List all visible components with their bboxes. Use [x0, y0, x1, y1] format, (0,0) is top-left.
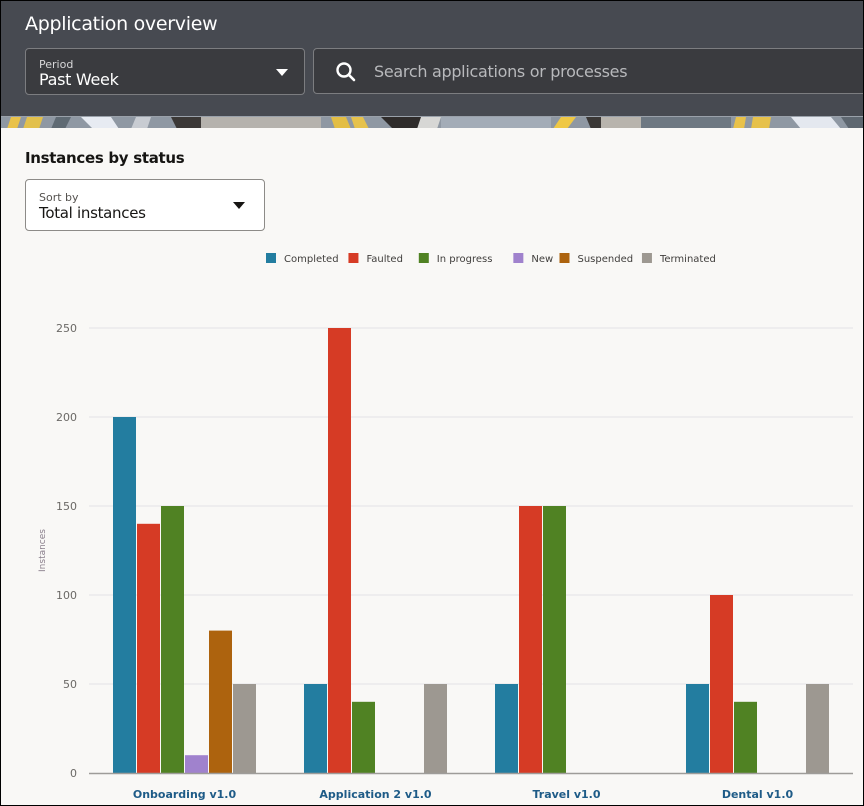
legend-swatch-faulted	[348, 253, 359, 263]
legend-swatch-new	[513, 253, 524, 263]
bar-application-2-v1-0-faulted[interactable]	[328, 328, 351, 773]
bar-onboarding-v1-0-faulted[interactable]	[137, 523, 160, 773]
y-tick-label: 100	[56, 589, 77, 602]
chart-gridlines	[89, 327, 853, 685]
search-input[interactable]	[374, 49, 854, 93]
page-header: Application overview Period Past Week	[1, 1, 863, 116]
x-axis-categories: Onboarding v1.0 Application 2 v1.0 Travel …	[133, 788, 794, 801]
bar-dental-v1-0-faulted[interactable]	[710, 595, 733, 773]
sort-by-label: Sort by	[39, 191, 79, 204]
x-category-label: Application 2 v1.0	[319, 788, 431, 801]
legend-swatch-in-progress	[418, 253, 429, 263]
bar-dental-v1-0-completed[interactable]	[686, 684, 709, 773]
section-title: Instances by status	[25, 149, 185, 167]
x-category-label: Onboarding v1.0	[133, 788, 237, 801]
search-icon	[336, 62, 356, 82]
legend-label-faulted[interactable]: Faulted	[366, 254, 403, 265]
decorative-banner	[1, 116, 863, 128]
sort-by-value: Total instances	[39, 204, 146, 222]
bar-application-2-v1-0-terminated[interactable]	[424, 684, 447, 773]
legend-label-new[interactable]: New	[531, 254, 553, 265]
bar-onboarding-v1-0-completed[interactable]	[113, 417, 136, 773]
chevron-down-icon	[276, 69, 288, 76]
bar-onboarding-v1-0-suspended[interactable]	[209, 630, 232, 773]
bar-travel-v1-0-completed[interactable]	[495, 684, 518, 773]
y-axis-title: Instances	[38, 529, 48, 572]
chart-bars	[113, 328, 829, 773]
y-tick-label: 150	[56, 500, 77, 513]
sort-by-select[interactable]: Sort by Total instances	[25, 179, 265, 231]
x-category-label: Dental v1.0	[722, 788, 794, 801]
bar-onboarding-v1-0-new[interactable]	[185, 755, 208, 773]
app-frame: Application overview Period Past Week Se…	[1, 1, 863, 805]
bar-application-2-v1-0-in-progress[interactable]	[352, 701, 375, 773]
chevron-down-icon	[233, 202, 245, 209]
legend-label-completed[interactable]: Completed	[284, 254, 339, 265]
x-category-label: Travel v1.0	[532, 788, 600, 801]
bar-dental-v1-0-terminated[interactable]	[806, 684, 829, 773]
period-select[interactable]: Period Past Week	[25, 48, 305, 95]
bar-application-2-v1-0-completed[interactable]	[304, 684, 327, 773]
legend-label-in-progress[interactable]: In progress	[437, 254, 493, 265]
legend-label-suspended[interactable]: Suspended	[578, 254, 634, 265]
y-tick-label: 250	[56, 322, 77, 335]
legend-label-terminated[interactable]: Terminated	[659, 254, 716, 265]
y-tick-label: 200	[56, 411, 77, 424]
bar-travel-v1-0-faulted[interactable]	[519, 506, 542, 773]
legend-swatch-completed	[266, 253, 276, 263]
bar-travel-v1-0-in-progress[interactable]	[543, 506, 566, 773]
legend-swatch-terminated	[641, 253, 652, 263]
search-box[interactable]	[313, 48, 863, 94]
bar-onboarding-v1-0-in-progress[interactable]	[161, 506, 184, 773]
bar-onboarding-v1-0-terminated[interactable]	[233, 684, 256, 773]
period-value: Past Week	[39, 70, 119, 89]
bar-dental-v1-0-in-progress[interactable]	[734, 701, 757, 773]
page-title: Application overview	[25, 13, 218, 35]
y-tick-label: 0	[70, 767, 77, 780]
y-tick-label: 50	[63, 678, 77, 691]
legend-swatch-suspended	[559, 253, 570, 263]
chart-legend: Completed Faulted In progress New Suspended T…	[266, 253, 716, 265]
instances-bar-chart: Completed Faulted In progress New Suspended T…	[38, 253, 853, 801]
y-axis-ticks: 0 50 100 150 200 250	[56, 322, 77, 780]
